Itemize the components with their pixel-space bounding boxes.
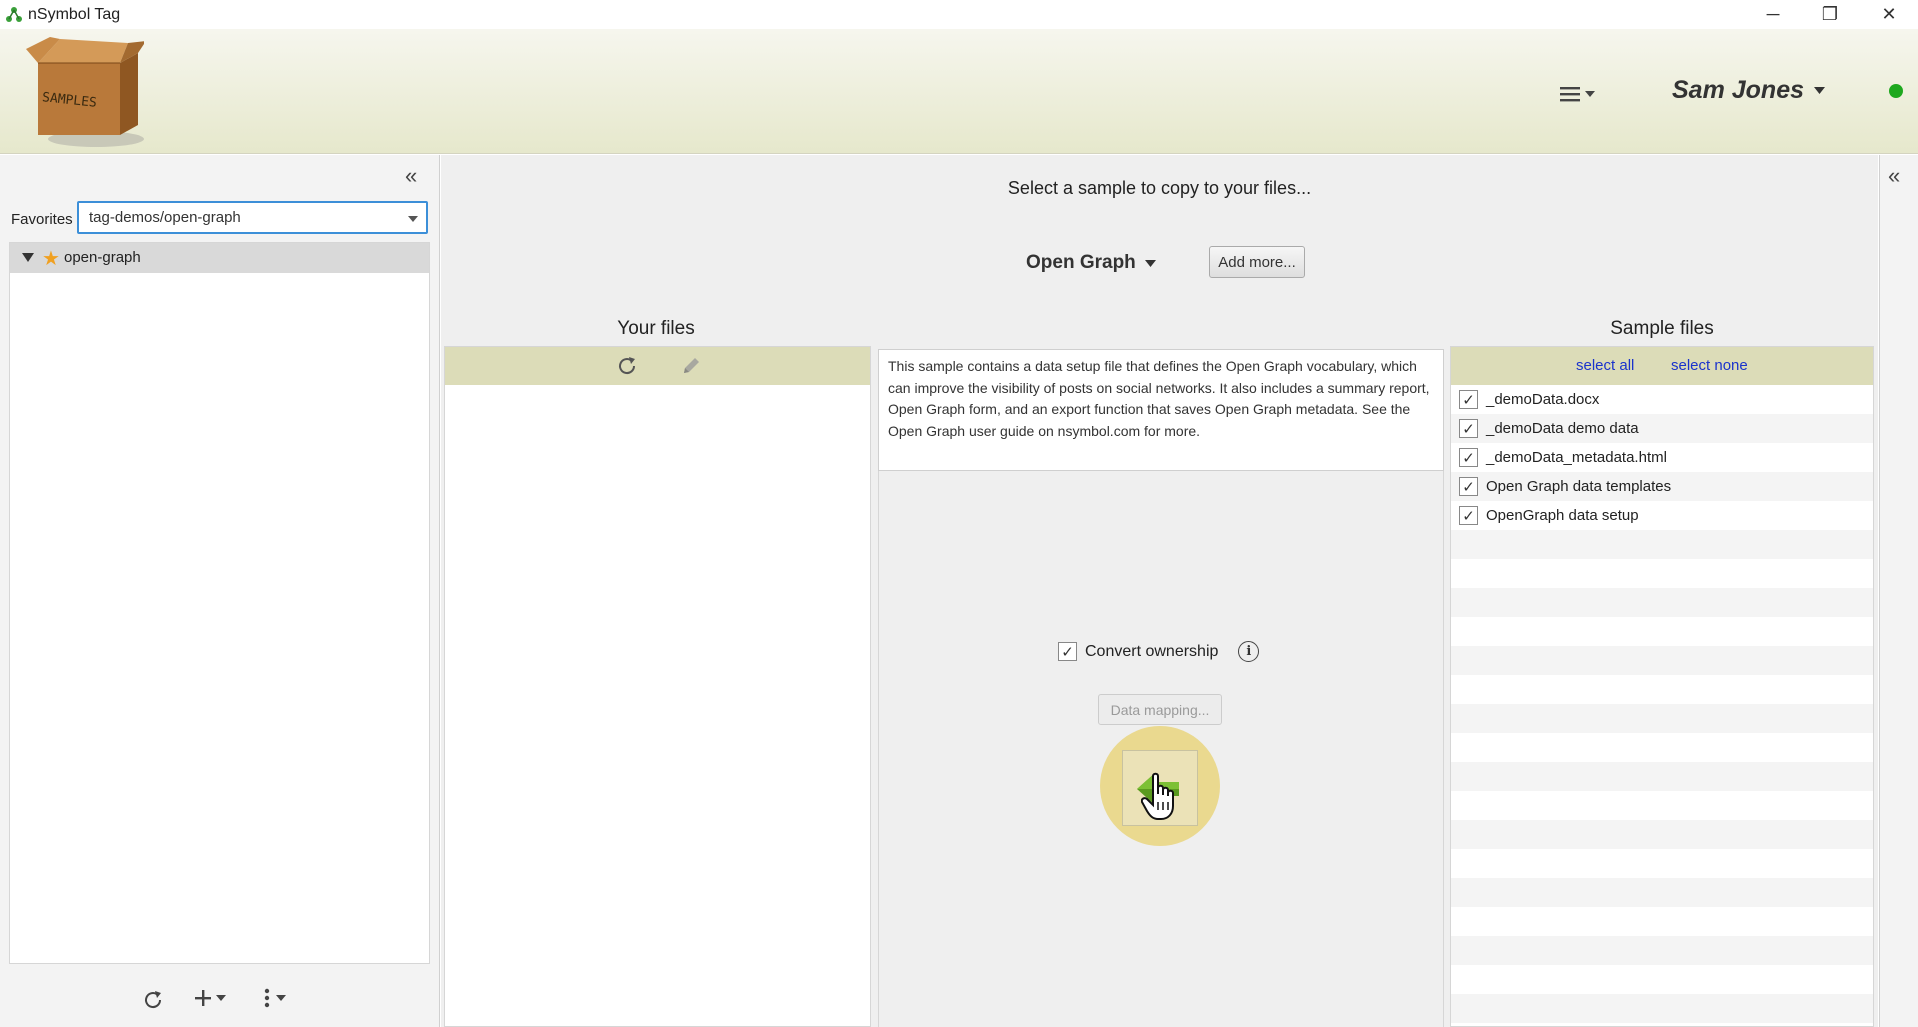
chevron-down-icon (1144, 259, 1156, 267)
data-mapping-button[interactable]: Data mapping... (1098, 694, 1222, 725)
hand-cursor-icon (1140, 772, 1183, 826)
sample-select-value: Open Graph (1026, 252, 1136, 273)
sample-file-name: _demoData_metadata.html (1486, 449, 1667, 466)
empty-row (1451, 965, 1873, 994)
empty-row (1451, 646, 1873, 675)
empty-row (1451, 820, 1873, 849)
empty-row (1451, 559, 1873, 588)
empty-row (1451, 878, 1873, 907)
sample-file-row[interactable]: ✓ _demoData.docx (1451, 385, 1873, 414)
sample-file-checkbox[interactable]: ✓ (1459, 419, 1478, 438)
samples-box-logo: SAMPLES (24, 35, 146, 150)
left-toolbar (0, 975, 440, 1027)
favorites-label: Favorites (11, 211, 73, 228)
sample-file-name: Open Graph data templates (1486, 478, 1672, 495)
favorites-select-value: tag-demos/open-graph (89, 209, 241, 226)
empty-row (1451, 675, 1873, 704)
favorites-select[interactable]: tag-demos/open-graph (77, 201, 428, 234)
expand-toggle-icon[interactable] (22, 253, 34, 262)
sample-files-list: select all select none ✓ _demoData.docx ✓ _… (1450, 346, 1874, 1027)
edit-pencil-icon[interactable] (681, 356, 701, 380)
select-none-link[interactable]: select none (1671, 357, 1748, 374)
convert-ownership-row: ✓ Convert ownership i (1058, 641, 1260, 662)
empty-row (1451, 530, 1873, 559)
chevron-down-icon (408, 216, 418, 222)
sample-file-checkbox[interactable]: ✓ (1459, 506, 1478, 525)
app-icon (5, 6, 23, 24)
more-menu-button[interactable] (264, 988, 286, 1008)
title-bar: nSymbol Tag ─ ❐ ✕ (0, 0, 1918, 29)
add-menu-button[interactable] (194, 989, 226, 1007)
sample-file-checkbox[interactable]: ✓ (1459, 448, 1478, 467)
collapse-left-icon[interactable]: « (405, 163, 417, 189)
favorites-tree: ★ open-graph (9, 242, 430, 964)
sample-file-checkbox[interactable]: ✓ (1459, 390, 1478, 409)
sample-file-checkbox[interactable]: ✓ (1459, 477, 1478, 496)
empty-row (1451, 704, 1873, 733)
tree-item-open-graph[interactable]: ★ open-graph (10, 243, 429, 273)
sample-select-dropdown[interactable]: Open Graph (1026, 252, 1156, 274)
sample-file-name: OpenGraph data setup (1486, 507, 1639, 524)
sample-file-name: _demoData demo data (1486, 420, 1639, 437)
your-files-list[interactable] (444, 346, 871, 1027)
sample-file-row[interactable]: ✓ _demoData_metadata.html (1451, 443, 1873, 472)
right-sidebar-collapsed: « (1879, 155, 1918, 1027)
online-status-indicator (1889, 84, 1903, 98)
chevron-down-icon (1585, 91, 1595, 97)
left-sidebar: « Favorites tag-demos/open-graph ★ open-… (0, 155, 440, 1027)
user-name-label: Sam Jones (1672, 76, 1805, 104)
empty-row (1451, 791, 1873, 820)
hamburger-icon (1560, 87, 1580, 102)
chevron-down-icon (276, 995, 286, 1001)
empty-row (1451, 849, 1873, 878)
empty-row (1451, 762, 1873, 791)
sample-file-row[interactable]: ✓ OpenGraph data setup (1451, 501, 1873, 530)
window-title: nSymbol Tag (28, 6, 121, 23)
your-files-title: Your files (617, 318, 695, 339)
app-header: SAMPLES Sam Jones (0, 29, 1918, 154)
main-menu-button[interactable] (1560, 79, 1606, 109)
empty-row (1451, 936, 1873, 965)
chevron-down-icon (1814, 87, 1826, 94)
plus-icon (195, 990, 211, 1006)
refresh-icon[interactable] (142, 989, 164, 1015)
samples-main-area: Select a sample to copy to your files...… (441, 155, 1878, 1027)
vertical-dots-icon (264, 988, 270, 1008)
convert-ownership-label: Convert ownership (1085, 642, 1219, 660)
sample-file-name: _demoData.docx (1486, 391, 1600, 408)
expand-right-icon[interactable]: « (1888, 163, 1900, 189)
restore-button[interactable]: ❐ (1802, 0, 1858, 29)
convert-ownership-checkbox[interactable]: ✓ (1058, 642, 1077, 661)
sample-file-row[interactable]: ✓ Open Graph data templates (1451, 472, 1873, 501)
close-button[interactable]: ✕ (1861, 0, 1917, 29)
sample-file-row[interactable]: ✓ _demoData demo data (1451, 414, 1873, 443)
empty-row (1451, 733, 1873, 762)
page-title: Select a sample to copy to your files... (1007, 178, 1312, 198)
empty-row (1451, 994, 1873, 1023)
empty-row (1451, 907, 1873, 936)
user-menu-button[interactable]: Sam Jones (1672, 76, 1826, 105)
sample-files-toolbar: select all select none (1451, 347, 1873, 385)
your-files-toolbar (445, 347, 870, 385)
empty-row (1451, 588, 1873, 617)
sample-description-text: This sample contains a data setup file t… (888, 358, 1430, 439)
sample-files-title: Sample files (1610, 318, 1714, 339)
sample-description: This sample contains a data setup file t… (878, 349, 1444, 471)
select-all-link[interactable]: select all (1576, 357, 1634, 374)
tree-item-label: open-graph (64, 249, 141, 266)
star-icon: ★ (42, 248, 60, 270)
add-more-button[interactable]: Add more... (1209, 246, 1305, 278)
info-icon[interactable]: i (1238, 641, 1260, 662)
minimize-button[interactable]: ─ (1745, 0, 1801, 29)
chevron-down-icon (216, 995, 226, 1001)
empty-row (1451, 617, 1873, 646)
refresh-icon[interactable] (616, 355, 638, 381)
